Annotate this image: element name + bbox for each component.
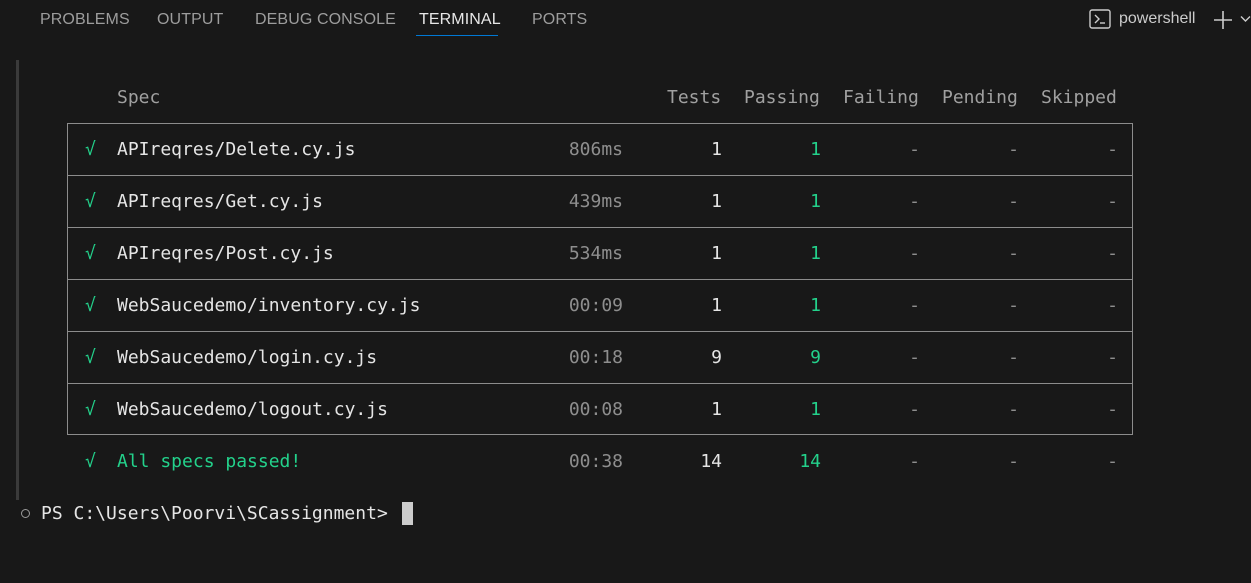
row-tests: 1: [711, 191, 722, 212]
row-duration: 439ms: [568, 191, 623, 212]
header-tests: Tests: [667, 87, 722, 108]
row-passing: 1: [810, 139, 821, 160]
terminal-gutter-bar: [16, 60, 19, 500]
row-failing: -: [909, 191, 920, 212]
row-failing: -: [909, 347, 920, 368]
row-passing: 1: [810, 295, 821, 316]
row-passing: 1: [810, 243, 821, 264]
row-check-icon: √: [85, 243, 96, 264]
prompt-status-icon: [21, 509, 30, 518]
row-check-icon: √: [85, 295, 96, 316]
row-pending: -: [1008, 347, 1019, 368]
header-pending: Pending: [942, 87, 1018, 108]
row-pending: -: [1008, 191, 1019, 212]
row-check-icon: √: [85, 191, 96, 212]
row-duration: 00:09: [568, 295, 623, 316]
row-skipped: -: [1107, 139, 1118, 160]
row-spec: WebSaucedemo/inventory.cy.js: [117, 295, 421, 316]
row-check-icon: √: [85, 451, 96, 472]
row-tests: 1: [711, 139, 722, 160]
shell-selector[interactable]: powershell: [1089, 8, 1195, 30]
row-pending: -: [1008, 451, 1019, 472]
chevron-down-icon[interactable]: [1240, 15, 1251, 23]
row-passing: 9: [810, 347, 821, 368]
row-check-icon: √: [85, 139, 96, 160]
header-passing: Passing: [744, 87, 820, 108]
row-check-icon: √: [85, 399, 96, 420]
row-skipped: -: [1107, 191, 1118, 212]
row-skipped: -: [1107, 295, 1118, 316]
plus-icon[interactable]: [1212, 9, 1234, 31]
row-tests: 14: [700, 451, 722, 472]
row-spec: APIreqres/Get.cy.js: [117, 191, 323, 212]
row-duration: 00:38: [568, 451, 623, 472]
tab-terminal[interactable]: TERMINAL: [419, 11, 501, 29]
header-spec: Spec: [117, 87, 161, 108]
row-divider: [68, 331, 1132, 332]
row-pending: -: [1008, 243, 1019, 264]
panel-tab-bar: PROBLEMS OUTPUT DEBUG CONSOLE TERMINAL P…: [0, 0, 1251, 44]
shell-name: powershell: [1119, 10, 1196, 27]
row-skipped: -: [1107, 347, 1118, 368]
terminal-cursor[interactable]: [402, 502, 413, 525]
row-spec: APIreqres/Delete.cy.js: [117, 139, 356, 160]
row-tests: 9: [711, 347, 722, 368]
terminal-prompt: PS C:\Users\Poorvi\SCassignment>: [41, 503, 388, 524]
row-spec: APIreqres/Post.cy.js: [117, 243, 334, 264]
row-divider: [68, 175, 1132, 176]
row-divider: [68, 383, 1132, 384]
row-divider: [68, 227, 1132, 228]
row-passing: 1: [810, 191, 821, 212]
row-spec: All specs passed!: [117, 451, 302, 472]
active-tab-indicator: [416, 35, 498, 36]
row-failing: -: [909, 399, 920, 420]
row-failing: -: [909, 295, 920, 316]
row-check-icon: √: [85, 347, 96, 368]
row-duration: 00:08: [568, 399, 623, 420]
tab-ports[interactable]: PORTS: [532, 11, 587, 29]
row-failing: -: [909, 451, 920, 472]
row-pending: -: [1008, 295, 1019, 316]
row-failing: -: [909, 139, 920, 160]
terminal-icon: [1089, 9, 1111, 29]
row-duration: 806ms: [568, 139, 623, 160]
row-tests: 1: [711, 295, 722, 316]
row-skipped: -: [1107, 399, 1118, 420]
row-failing: -: [909, 243, 920, 264]
results-table: [67, 123, 1133, 435]
row-passing: 1: [810, 399, 821, 420]
row-spec: WebSaucedemo/login.cy.js: [117, 347, 378, 368]
row-pending: -: [1008, 399, 1019, 420]
row-spec: WebSaucedemo/logout.cy.js: [117, 399, 388, 420]
row-duration: 534ms: [568, 243, 623, 264]
header-failing: Failing: [843, 87, 919, 108]
row-pending: -: [1008, 139, 1019, 160]
tab-problems[interactable]: PROBLEMS: [40, 11, 130, 29]
header-skipped: Skipped: [1041, 87, 1117, 108]
row-tests: 1: [711, 399, 722, 420]
row-tests: 1: [711, 243, 722, 264]
row-divider: [68, 279, 1132, 280]
tab-output[interactable]: OUTPUT: [157, 11, 223, 29]
row-passing: 14: [799, 451, 821, 472]
tab-debug-console[interactable]: DEBUG CONSOLE: [255, 11, 396, 29]
row-skipped: -: [1107, 243, 1118, 264]
row-duration: 00:18: [568, 347, 623, 368]
row-skipped: -: [1107, 451, 1118, 472]
